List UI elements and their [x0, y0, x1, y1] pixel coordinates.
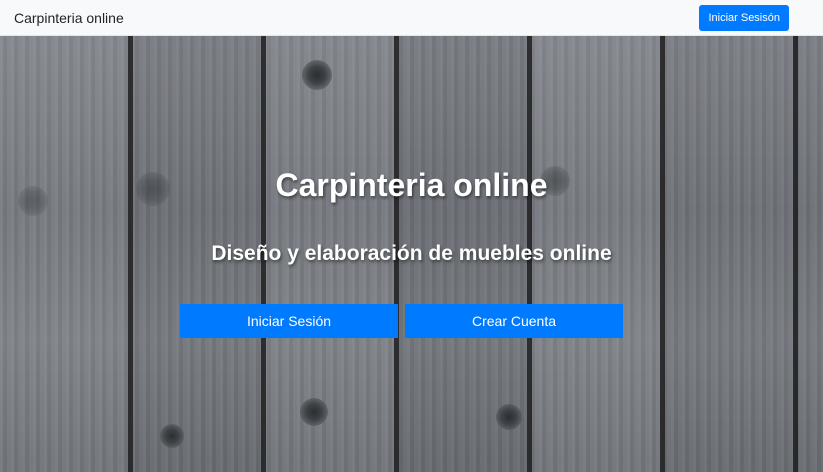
top-navbar: Carpinteria online Iniciar Sesisón [0, 0, 823, 36]
wood-knot [160, 424, 184, 448]
hero-register-button[interactable]: Crear Cuenta [405, 304, 623, 338]
navbar-login-button[interactable]: Iniciar Sesisón [699, 4, 789, 31]
hero-section: Carpinteria online Diseño y elaboración … [0, 36, 823, 472]
wood-knot [300, 398, 328, 426]
hero-title: Carpinteria online [275, 167, 548, 203]
wood-knot [302, 60, 332, 90]
navbar-brand[interactable]: Carpinteria online [14, 10, 124, 26]
hero-subtitle: Diseño y elaboración de muebles online [211, 242, 612, 265]
hero-login-button[interactable]: Iniciar Sesión [180, 304, 398, 338]
wood-knot [496, 404, 522, 430]
